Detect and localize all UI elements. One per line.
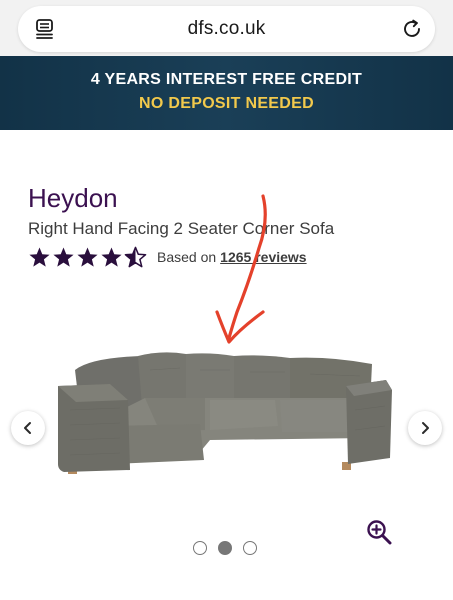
rating-row: Based on 1265 reviews [28, 244, 307, 270]
zoom-in-icon[interactable] [366, 519, 392, 545]
carousel-dot-active[interactable] [218, 541, 232, 555]
star-icon [53, 246, 74, 267]
star-icon [77, 246, 98, 267]
browser-toolbar: dfs.co.uk [0, 0, 453, 56]
product-subtitle: Right Hand Facing 2 Seater Corner Sofa [28, 219, 335, 238]
promo-headline: 4 YEARS INTEREST FREE CREDIT [90, 71, 363, 88]
product-image-sofa[interactable] [50, 340, 395, 485]
promo-banner[interactable]: 4 YEARS INTEREST FREE CREDIT NO DEPOSIT … [0, 56, 453, 130]
star-icon [101, 246, 122, 267]
carousel-dot[interactable] [193, 541, 207, 555]
tabs-icon[interactable] [34, 18, 56, 40]
reviews-link[interactable]: 1265 reviews [220, 249, 306, 265]
chevron-left-icon [24, 422, 31, 434]
carousel-dot[interactable] [243, 541, 257, 555]
star-half-icon [124, 246, 147, 267]
carousel-prev-button[interactable] [11, 411, 45, 445]
promo-subline: NO DEPOSIT NEEDED [139, 95, 314, 112]
reload-icon[interactable] [401, 18, 423, 40]
star-rating [28, 246, 147, 269]
red-arrow-annotation [215, 194, 267, 344]
carousel-next-button[interactable] [408, 411, 442, 445]
carousel-pagination [193, 541, 257, 555]
product-title: Heydon [28, 183, 118, 213]
reviews-prefix: Based on [157, 249, 217, 265]
star-icon [29, 246, 50, 267]
address-bar[interactable]: dfs.co.uk [18, 6, 435, 52]
chevron-right-icon [422, 422, 429, 434]
url-text[interactable]: dfs.co.uk [78, 18, 375, 40]
